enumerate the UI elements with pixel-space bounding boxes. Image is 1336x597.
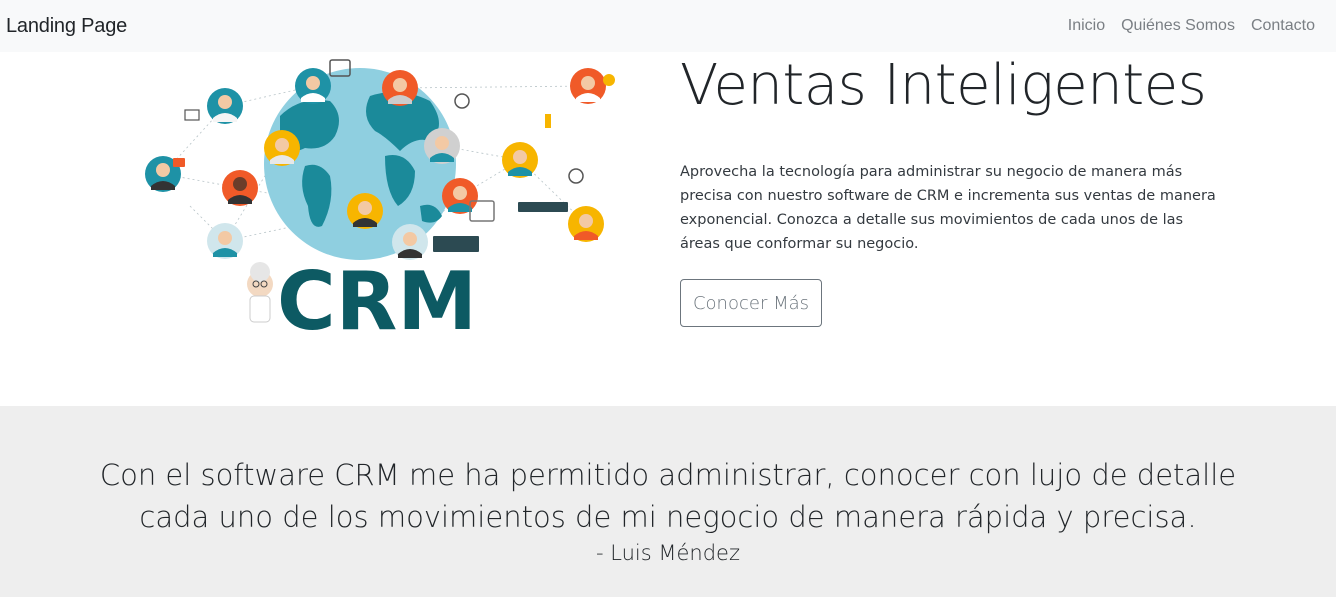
crm-illustration: CRM	[145, 59, 615, 334]
testimonial-author: - Luis Méndez	[596, 541, 740, 565]
testimonial-section: Con el software CRM me ha permitido admi…	[0, 406, 1336, 597]
brand-logo[interactable]: Landing Page	[6, 15, 127, 38]
nav-link-contacto[interactable]: Contacto	[1251, 17, 1315, 35]
testimonial-quote: Con el software CRM me ha permitido admi…	[99, 458, 1237, 534]
navbar: Landing Page Inicio Quiénes Somos Contac…	[0, 0, 1336, 52]
hero-section: CRM Ventas Inteligentes Aprovecha la tec…	[0, 52, 1336, 406]
nav-link-quienes-somos[interactable]: Quiénes Somos	[1121, 17, 1235, 35]
hero-description: Aprovecha la tecnología para administrar…	[680, 164, 1216, 252]
hero-title: Ventas Inteligentes	[680, 53, 1207, 118]
crm-logo-text: CRM	[277, 255, 477, 334]
nav-link-inicio[interactable]: Inicio	[1068, 17, 1105, 35]
conocer-mas-button[interactable]: Conocer Más	[680, 279, 822, 327]
nav-links: Inicio Quiénes Somos Contacto	[1068, 17, 1315, 35]
